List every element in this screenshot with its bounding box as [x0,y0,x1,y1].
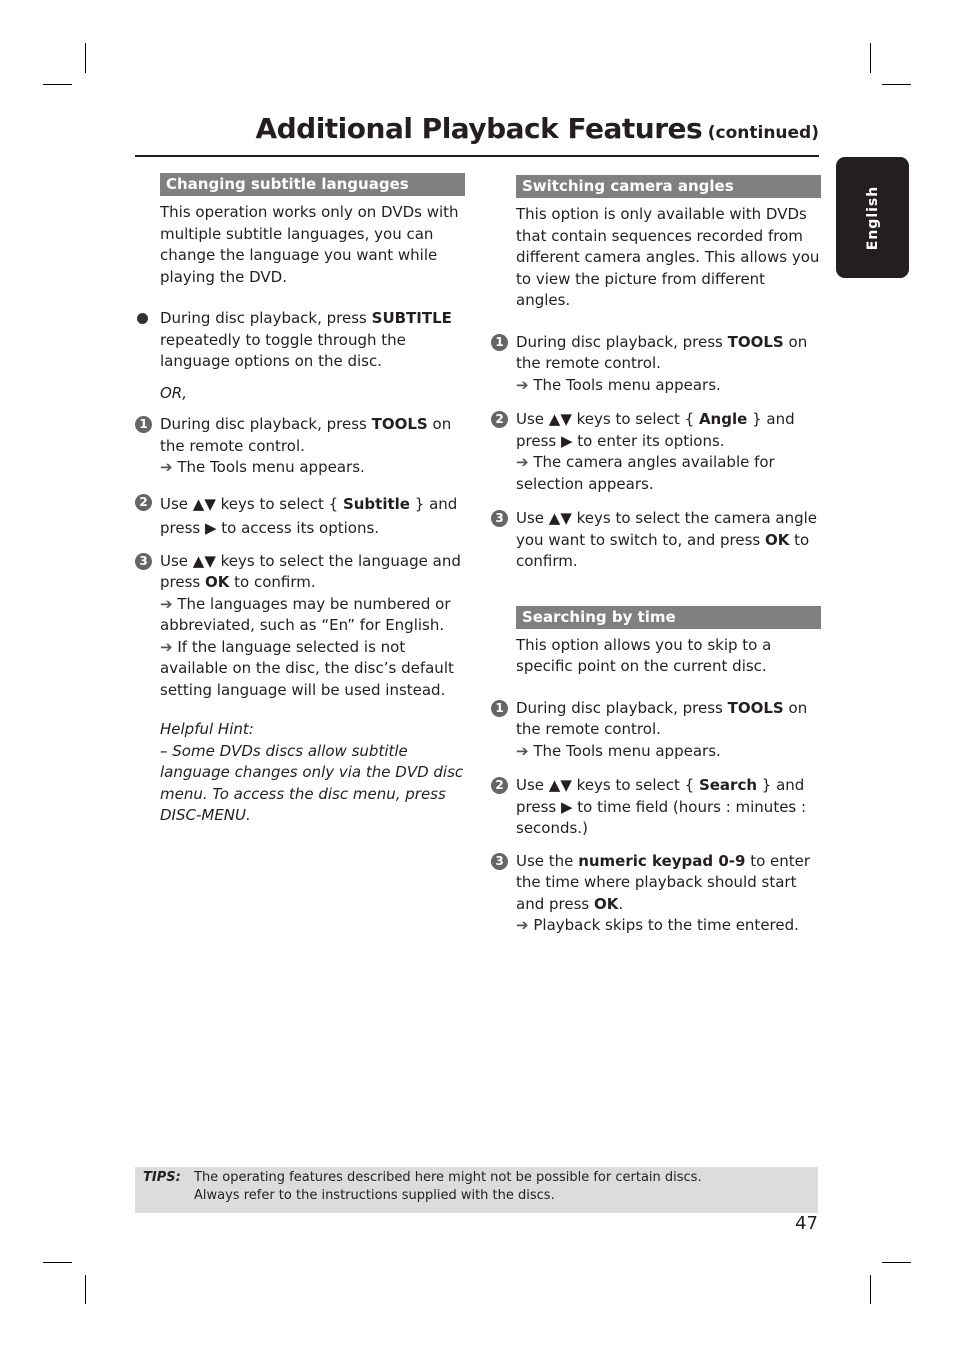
bullet-icon [137,313,148,324]
step-result: ➔ The languages may be numbered or abbre… [160,594,465,637]
key-label: TOOLS [727,332,784,351]
step-item: 2 Use ▲▼ keys to select { Search } and p… [491,775,821,840]
intro-paragraph: This option allows you to skip to a spec… [516,635,772,676]
crop-mark [870,43,871,73]
left-column: Changing subtitle languages This operati… [135,173,465,827]
tips-text: The operating features described here mi… [194,1169,702,1205]
text: The Tools menu appears. [533,741,721,760]
key-label: SUBTITLE [371,309,452,327]
bullet-item: During disc playback, press SUBTITLE rep… [135,308,465,373]
page-title-continued: (continued) [707,123,819,143]
text: The languages may be numbered or abbrevi… [160,594,451,635]
crop-mark [882,1262,911,1263]
right-column: Switching camera angles This option is o… [491,175,821,937]
helpful-hint: Helpful Hint: – Some DVDs discs allow su… [160,719,465,827]
hint-title: Helpful Hint: [160,720,254,738]
arrow-icon: ➔ [516,741,529,760]
step-number-icon: 3 [135,552,152,570]
crop-mark [85,43,86,73]
step-item: 3 Use the numeric keypad 0-9 to enter th… [491,851,821,937]
section-heading-camera-angles: Switching camera angles [516,175,821,198]
arrow-icon: ➔ [516,453,529,471]
language-tab-label: English [864,185,881,250]
key-label: OK [205,573,230,591]
step-item: 3 Use ▲▼ keys to select the language and… [135,551,465,702]
text: . [618,894,624,913]
arrow-icon: ➔ [160,594,173,613]
title-rule [135,155,819,157]
step-number-icon: 2 [491,777,508,794]
key-label: numeric keypad 0-9 [578,851,746,870]
arrow-icon: ➔ [516,916,529,934]
step-item: 2 Use ▲▼ keys to select { Subtitle } and… [135,492,465,540]
intro-paragraph: This option is only available with DVDs … [516,205,820,309]
step-item: 1 During disc playback, press TOOLS on t… [491,698,821,763]
text: If the language selected is not availabl… [160,637,454,699]
text: Use ▲▼ keys to select { [516,410,699,428]
step-number-icon: 1 [491,699,508,717]
step-number-icon: 2 [135,493,152,511]
text: repeatedly to toggle through the languag… [160,330,406,371]
text: Use the [516,851,579,870]
tips-line: The operating features described here mi… [194,1170,702,1185]
tips-box: TIPS: The operating features described h… [135,1167,818,1213]
arrow-icon: ➔ [160,458,173,476]
crop-mark [43,84,72,85]
crop-mark [882,84,911,85]
step-number-icon: 1 [135,416,152,433]
step-result: ➔ The Tools menu appears. [160,457,465,479]
key-label: OK [765,530,790,549]
text: to confirm. [229,573,316,591]
text: The Tools menu appears. [177,458,365,476]
step-result: ➔ Playback skips to the time entered. [516,915,821,937]
or-label: OR, [160,383,187,402]
step-number-icon: 3 [491,852,508,870]
section-heading-search-time: Searching by time [516,605,821,629]
step-result: ➔ The Tools menu appears. [516,375,821,397]
text: During disc playback, press [516,332,728,351]
arrow-icon: ➔ [516,375,529,394]
key-label: Angle [698,410,748,428]
key-label: TOOLS [371,415,428,433]
text: Use ▲▼ keys to select { [516,776,699,794]
text: During disc playback, press [160,415,372,433]
crop-mark [43,1262,72,1263]
page-number: 47 [795,1213,818,1234]
step-result: ➔ If the language selected is not availa… [160,637,465,702]
step-number-icon: 3 [491,510,508,527]
tips-line: Always refer to the instructions supplie… [194,1188,555,1203]
key-label: Subtitle [342,494,410,513]
text: During disc playback, press [160,309,372,327]
text: The camera angles available for selectio… [516,453,775,493]
key-label: Search [698,776,758,794]
hint-text: – Some DVDs discs allow subtitle languag… [160,741,464,825]
section-heading-subtitle: Changing subtitle languages [160,173,465,196]
step-item: 3 Use ▲▼ keys to select the camera angle… [491,508,821,573]
step-item: 2 Use ▲▼ keys to select { Angle } and pr… [491,409,821,495]
text: Use ▲▼ keys to select { [160,494,343,513]
page-title-main: Additional Playback Features [255,112,703,145]
tips-label: TIPS: [143,1170,181,1185]
text: Playback skips to the time entered. [533,916,799,934]
step-result: ➔ The Tools menu appears. [516,741,821,763]
key-label: OK [593,894,619,913]
text: The Tools menu appears. [533,375,721,394]
step-number-icon: 1 [491,333,508,351]
language-tab: English [836,157,909,278]
intro-paragraph: This operation works only on DVDs with m… [160,203,459,286]
crop-mark [870,1275,871,1304]
page-title: Additional Playback Features (continued) [135,112,819,145]
crop-mark [85,1275,86,1304]
step-result: ➔ The camera angles available for select… [516,452,821,495]
step-item: 1 During disc playback, press TOOLS on t… [135,414,465,479]
arrow-icon: ➔ [160,637,173,656]
key-label: TOOLS [727,698,784,717]
step-item: 1 During disc playback, press TOOLS on t… [491,332,821,397]
text: During disc playback, press [516,698,728,717]
step-number-icon: 2 [491,411,508,428]
